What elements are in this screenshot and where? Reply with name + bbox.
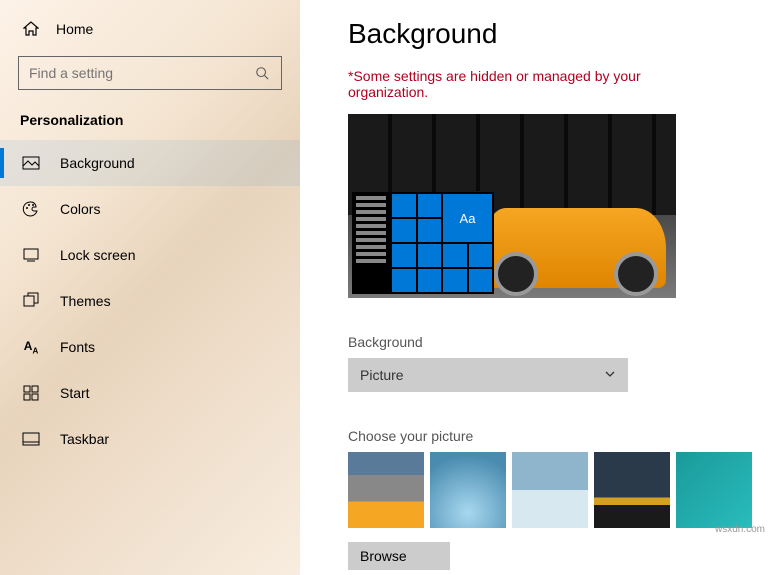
picture-thumbnails xyxy=(348,452,773,528)
home-icon xyxy=(22,20,40,38)
dropdown-label: Background xyxy=(348,334,773,350)
page-title: Background xyxy=(348,18,773,50)
choose-picture-label: Choose your picture xyxy=(348,428,773,444)
search-icon xyxy=(253,64,271,82)
sidebar-item-label: Themes xyxy=(60,293,111,309)
sidebar-item-label: Start xyxy=(60,385,90,401)
watermark: wsxdn.com xyxy=(715,524,765,535)
picture-thumb[interactable] xyxy=(594,452,670,528)
picture-icon xyxy=(22,154,40,172)
policy-warning: *Some settings are hidden or managed by … xyxy=(348,68,678,100)
desktop-preview: Aa xyxy=(348,114,676,298)
sidebar-item-label: Fonts xyxy=(60,339,95,355)
sidebar-item-taskbar[interactable]: Taskbar xyxy=(0,416,300,462)
browse-button[interactable]: Browse xyxy=(348,542,450,570)
sidebar-item-label: Colors xyxy=(60,201,100,217)
start-icon xyxy=(22,384,40,402)
home-label: Home xyxy=(56,21,93,37)
picture-thumb[interactable] xyxy=(348,452,424,528)
taskbar-icon xyxy=(22,430,40,448)
main-content: Background *Some settings are hidden or … xyxy=(300,0,773,575)
sidebar-item-themes[interactable]: Themes xyxy=(0,278,300,324)
sidebar-item-fonts[interactable]: AA Fonts xyxy=(0,324,300,370)
background-type-dropdown[interactable]: Picture xyxy=(348,358,628,392)
dropdown-value: Picture xyxy=(360,367,404,383)
picture-thumb[interactable] xyxy=(676,452,752,528)
preview-tile-text: Aa xyxy=(443,194,492,242)
search-input[interactable] xyxy=(29,65,253,81)
start-menu-preview: Aa xyxy=(352,192,494,294)
picture-thumb[interactable] xyxy=(512,452,588,528)
sidebar-item-colors[interactable]: Colors xyxy=(0,186,300,232)
sidebar-item-start[interactable]: Start xyxy=(0,370,300,416)
home-button[interactable]: Home xyxy=(0,10,300,48)
sidebar-item-label: Lock screen xyxy=(60,247,135,263)
picture-thumb[interactable] xyxy=(430,452,506,528)
sidebar: Home Personalization Background Colors L… xyxy=(0,0,300,575)
fonts-icon: AA xyxy=(22,338,40,356)
lockscreen-icon xyxy=(22,246,40,264)
chevron-down-icon xyxy=(604,367,616,383)
sidebar-item-lockscreen[interactable]: Lock screen xyxy=(0,232,300,278)
sidebar-item-label: Taskbar xyxy=(60,431,109,447)
palette-icon xyxy=(22,200,40,218)
category-label: Personalization xyxy=(0,104,300,140)
sidebar-item-background[interactable]: Background xyxy=(0,140,300,186)
themes-icon xyxy=(22,292,40,310)
sidebar-item-label: Background xyxy=(60,155,135,171)
search-box[interactable] xyxy=(18,56,282,90)
